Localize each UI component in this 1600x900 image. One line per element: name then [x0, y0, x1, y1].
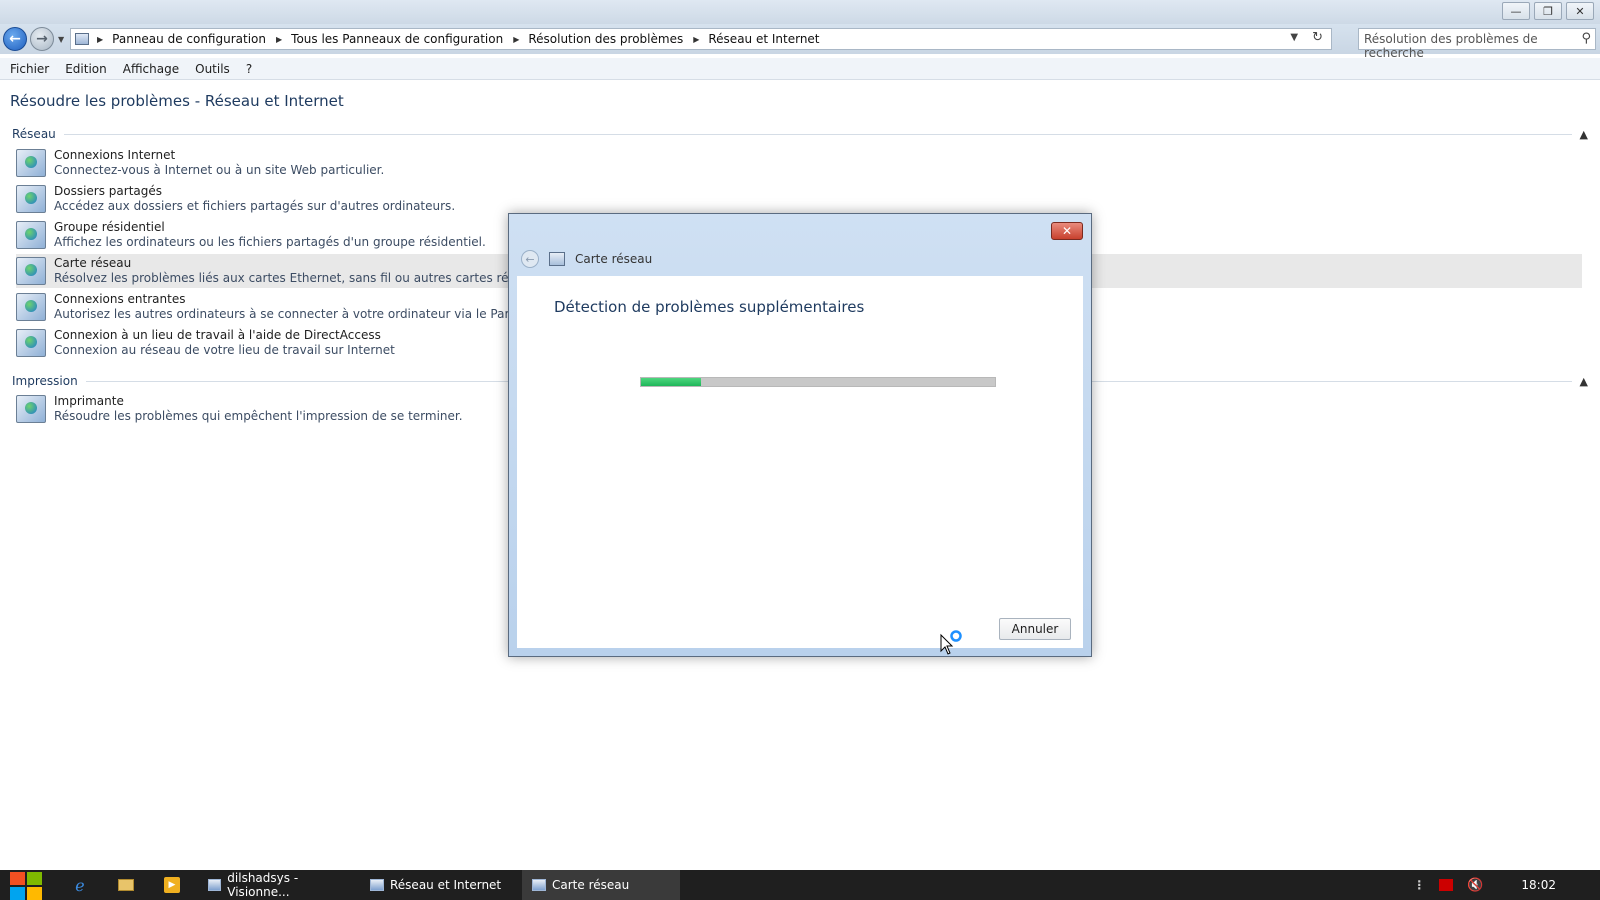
item-description: Accédez aux dossiers et fichiers partagé…: [54, 199, 456, 213]
internet-explorer-icon[interactable]: ℯ: [70, 875, 90, 895]
recent-pages-dropdown-icon[interactable]: ▼: [58, 35, 64, 44]
homegroup-icon: [16, 221, 46, 249]
dialog-header: ← Carte réseau: [521, 250, 652, 268]
menu-file[interactable]: Fichier: [10, 62, 49, 76]
minimize-button[interactable]: —: [1502, 2, 1530, 20]
menu-view[interactable]: Affichage: [123, 62, 179, 76]
chevron-up-icon[interactable]: ▲: [1580, 375, 1588, 388]
busy-cursor-icon: [940, 630, 962, 655]
breadcrumb-separator-icon: ▶: [97, 34, 104, 44]
taskbar-item-label: Réseau et Internet: [390, 878, 502, 892]
taskbar-item[interactable]: dilshadsys - Visionne...: [198, 870, 356, 900]
back-button[interactable]: ←: [3, 27, 27, 51]
group-label: Impression: [12, 374, 78, 388]
item-title: Imprimante: [54, 394, 124, 408]
divider: [63, 133, 1572, 135]
breadcrumb-item[interactable]: Réseau et Internet: [708, 32, 819, 46]
group-header-network[interactable]: Réseau ▲: [12, 127, 1588, 141]
window-controls: — ❐ ✕: [1502, 2, 1594, 20]
troubleshooter-dialog: ✕ ← Carte réseau Détection de problèmes …: [508, 213, 1092, 657]
breadcrumb-separator-icon[interactable]: ▶: [513, 35, 519, 44]
taskbar-item-label: Carte réseau: [552, 878, 630, 892]
breadcrumb-item[interactable]: Tous les Panneaux de configuration: [291, 32, 503, 46]
list-item-shared-folders[interactable]: Dossiers partagés Accédez aux dossiers e…: [16, 182, 1582, 216]
breadcrumb-item[interactable]: Résolution des problèmes: [528, 32, 683, 46]
menu-help[interactable]: ?: [246, 62, 252, 76]
chevron-up-icon[interactable]: ▲: [1580, 128, 1588, 141]
item-title: Connexions Internet: [54, 148, 176, 162]
item-description: Résolvez les problèmes liés aux cartes E…: [54, 271, 541, 285]
item-title: Groupe résidentiel: [54, 220, 165, 234]
search-placeholder: Résolution des problèmes de recherche: [1364, 32, 1538, 60]
window-titlebar: — ❐ ✕: [0, 0, 1600, 24]
progress-bar: [640, 377, 996, 387]
breadcrumb-item[interactable]: Panneau de configuration: [112, 32, 266, 46]
shared-folders-icon: [16, 185, 46, 213]
breadcrumb-separator-icon[interactable]: ▶: [276, 35, 282, 44]
item-title: Connexion à un lieu de travail à l'aide …: [54, 328, 381, 342]
tray-overflow-icon[interactable]: ⋮: [1413, 878, 1425, 892]
breadcrumb: ▶ Panneau de configuration ▶ Tous les Pa…: [97, 32, 830, 46]
item-title: Dossiers partagés: [54, 184, 163, 198]
window-icon: [208, 879, 222, 891]
taskbar-item[interactable]: Réseau et Internet: [360, 870, 518, 900]
window-icon: [532, 879, 546, 891]
menu-bar: Fichier Edition Affichage Outils ?: [0, 58, 1600, 80]
network-adapter-icon: [549, 252, 565, 266]
taskbar-item-label: dilshadsys - Visionne...: [227, 871, 299, 899]
item-description: Autorisez les autres ordinateurs à se co…: [54, 307, 582, 321]
taskbar: ℯ ▶ dilshadsys - Visionne... Réseau et I…: [0, 870, 1600, 900]
menu-tools[interactable]: Outils: [195, 62, 230, 76]
directaccess-icon: [16, 329, 46, 357]
volume-muted-icon[interactable]: 🔇: [1467, 878, 1483, 893]
dialog-heading: Détection de problèmes supplémentaires: [554, 298, 865, 316]
item-description: Résoudre les problèmes qui empêchent l'i…: [54, 409, 463, 423]
dialog-body: Détection de problèmes supplémentaires A…: [517, 276, 1083, 648]
breadcrumb-separator-icon[interactable]: ▶: [693, 35, 699, 44]
list-item-internet-connections[interactable]: Connexions Internet Connectez-vous à Int…: [16, 146, 1582, 180]
forward-button[interactable]: →: [30, 27, 54, 51]
dialog-close-button[interactable]: ✕: [1051, 222, 1083, 240]
address-bar[interactable]: ▶ Panneau de configuration ▶ Tous les Pa…: [70, 28, 1332, 50]
taskbar-item-active[interactable]: Carte réseau: [522, 870, 680, 900]
window-icon: [370, 879, 384, 891]
dialog-back-icon[interactable]: ←: [521, 250, 539, 268]
restore-button[interactable]: ❐: [1534, 2, 1562, 20]
menu-edit[interactable]: Edition: [65, 62, 107, 76]
dialog-title: Carte réseau: [575, 252, 653, 266]
file-explorer-icon[interactable]: [116, 875, 136, 895]
search-icon[interactable]: ⚲: [1581, 31, 1591, 46]
address-dropdown-icon[interactable]: ▼: [1290, 32, 1298, 45]
network-status-icon[interactable]: [1439, 879, 1454, 891]
network-adapter-icon: [16, 257, 46, 285]
refresh-icon[interactable]: ↻: [1312, 30, 1323, 45]
media-player-icon[interactable]: ▶: [162, 875, 182, 895]
cancel-button[interactable]: Annuler: [999, 618, 1071, 640]
group-label: Réseau: [12, 127, 56, 141]
item-description: Connexion au réseau de votre lieu de tra…: [54, 343, 395, 357]
item-description: Affichez les ordinateurs ou les fichiers…: [54, 235, 486, 249]
progress-fill: [641, 378, 702, 386]
navigation-bar: ← → ▼ ▶ Panneau de configuration ▶ Tous …: [0, 24, 1600, 60]
control-panel-icon: [75, 33, 89, 45]
search-input[interactable]: Résolution des problèmes de recherche ⚲: [1358, 28, 1596, 60]
internet-connections-icon: [16, 149, 46, 177]
start-button[interactable]: [10, 872, 42, 900]
item-description: Connectez-vous à Internet ou à un site W…: [54, 163, 385, 177]
item-title: Carte réseau: [54, 256, 132, 270]
item-title: Connexions entrantes: [54, 292, 186, 306]
incoming-connections-icon: [16, 293, 46, 321]
close-window-button[interactable]: ✕: [1566, 2, 1594, 20]
printer-icon: [16, 395, 46, 423]
system-tray: ⋮ 🔇 18:02: [1413, 870, 1600, 900]
page-title: Résoudre les problèmes - Réseau et Inter…: [10, 92, 344, 110]
clock[interactable]: 18:02: [1521, 878, 1556, 892]
